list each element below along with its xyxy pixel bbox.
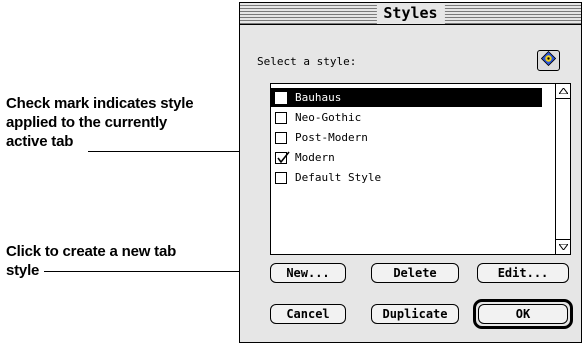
balloon-help-icon [540,50,557,70]
select-style-label: Select a style: [257,55,357,68]
title-bar[interactable]: Styles [240,3,581,25]
callout-new-line1: Click to create a new tab [6,243,177,260]
style-item-label: Post-Modern [295,131,368,144]
dialog-title: Styles [376,3,445,24]
styles-dialog: Styles Select a style: Bauhaus Neo-Gothi… [239,2,582,343]
help-button[interactable] [537,50,560,71]
style-item-label: Neo-Gothic [295,111,362,124]
style-item-bauhaus[interactable]: Bauhaus [271,88,542,107]
style-item-label: Default Style [295,171,382,184]
scroll-down-arrow[interactable] [556,239,570,254]
style-item-post-modern[interactable]: Post-Modern [271,128,542,147]
style-item-default-style[interactable]: Default Style [271,168,542,187]
duplicate-button[interactable]: Duplicate [371,304,459,324]
cancel-button[interactable]: Cancel [270,304,346,324]
scroll-up-arrow[interactable] [556,84,570,99]
ok-button[interactable]: OK [478,304,568,324]
callout-checkmark-line2: applied to the currently [6,114,168,131]
style-item-label: Bauhaus [295,91,342,104]
style-checkbox[interactable] [275,131,287,144]
style-item-neo-gothic[interactable]: Neo-Gothic [271,108,542,127]
style-checkbox[interactable] [275,91,287,104]
style-item-modern[interactable]: Modern [271,148,542,167]
style-checkbox[interactable] [275,151,290,164]
style-checkbox[interactable] [275,111,287,124]
list-scrollbar[interactable] [555,84,570,254]
callout-checkmark-line3: active tab [6,133,74,150]
style-item-label: Modern [295,151,335,164]
edit-button[interactable]: Edit... [477,263,569,283]
style-list[interactable]: Bauhaus Neo-Gothic Post-Modern Modern De… [270,83,571,255]
down-arrow-icon [558,244,568,250]
callout-checkmark: Check mark indicates style applied to th… [6,94,194,151]
callout-checkmark-line1: Check mark indicates style [6,95,194,112]
new-button[interactable]: New... [270,263,346,283]
callout-new: Click to create a new tab style [6,242,176,280]
style-checkbox[interactable] [275,171,287,184]
up-arrow-icon [558,88,568,94]
delete-button[interactable]: Delete [371,263,459,283]
check-mark-icon [277,151,290,163]
